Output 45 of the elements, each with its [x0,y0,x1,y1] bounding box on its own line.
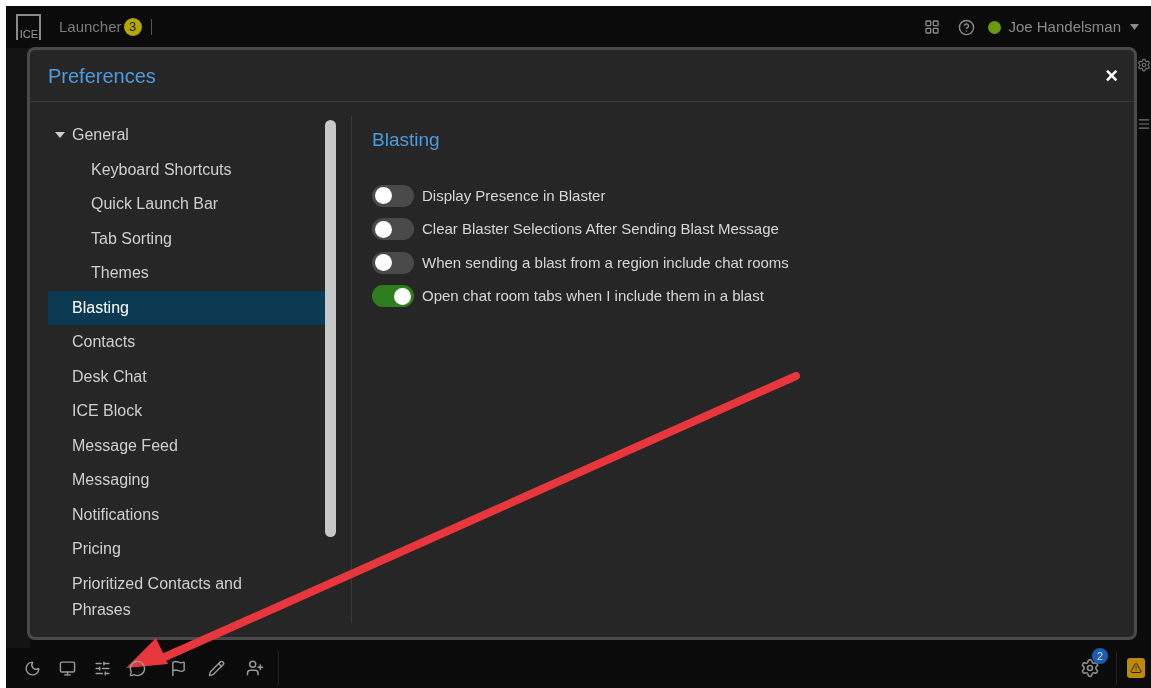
nav-item[interactable]: Pricing [48,532,325,567]
toggle-switch[interactable] [372,184,414,207]
moon-icon[interactable] [24,659,41,677]
setting-label: Clear Blaster Selections After Sending Blast Message [422,219,779,239]
nav-item[interactable]: Notifications [48,497,325,532]
nav-item[interactable]: Desk Chat [48,359,325,394]
scrollbar[interactable] [325,120,336,537]
close-button[interactable]: × [1105,64,1118,87]
settings-icon[interactable] [1137,58,1151,72]
toggle-switch[interactable] [372,251,414,274]
setting-label: When sending a blast from a region include chat rooms [422,252,789,273]
nav-item[interactable]: Blasting [48,290,325,325]
toggle-switch[interactable] [372,218,414,241]
app-logo: ICE [16,14,41,40]
alert-gear-icon[interactable] [1080,658,1100,678]
setting-label: Open chat room tabs when I include them in a blast [422,286,764,306]
nav-item[interactable]: Quick Launch Bar [48,187,325,222]
dialog-title: Preferences [48,63,156,89]
user-name[interactable]: Joe Handelsman [1008,15,1121,39]
nav-item[interactable]: Messaging [48,463,325,498]
setting-label: Display Presence in Blaster [422,185,606,206]
add-user-icon[interactable] [246,659,264,677]
nav-item[interactable]: General [48,118,325,153]
nav-item[interactable]: Message Feed [48,428,325,463]
nav-item[interactable]: Themes [48,256,325,291]
launcher-badge: 3 [123,18,142,36]
flag-icon[interactable] [170,659,187,677]
alert-count-badge: 2 [1092,648,1108,664]
launcher-label[interactable]: Launcher [59,15,122,39]
monitor-icon[interactable] [59,659,76,677]
section-title: Blasting [372,128,441,152]
apps-icon[interactable] [924,19,941,35]
chat-icon[interactable] [129,659,146,677]
toggle-switch[interactable] [372,285,414,308]
nav-item[interactable]: Tab Sorting [48,221,325,256]
menu-icon[interactable] [1137,117,1151,131]
nav-item[interactable]: Prioritized Contacts and Phrases [48,566,325,627]
pencil-icon[interactable] [208,659,225,677]
nav-item[interactable]: Keyboard Shortcuts [48,152,325,187]
settings-icon[interactable] [94,659,111,677]
warning-icon[interactable] [1127,658,1145,678]
dropdown-caret-icon[interactable] [1130,24,1139,30]
help-icon[interactable] [958,18,976,36]
nav-item[interactable]: ICE Block [48,394,325,429]
nav-item[interactable]: Contacts [48,325,325,360]
